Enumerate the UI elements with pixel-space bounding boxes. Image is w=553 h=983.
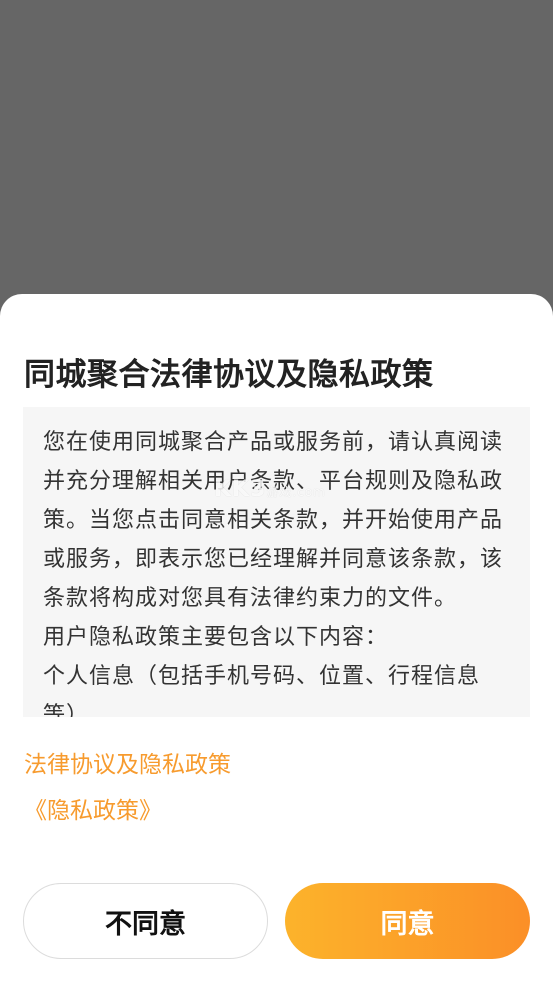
legal-agreement-link[interactable]: 法律协议及隐私政策 bbox=[24, 745, 231, 779]
privacy-dialog: 同城聚合法律协议及隐私政策 您在使用同城聚合产品或服务前，请认真阅读并充分理解相… bbox=[0, 294, 553, 983]
agreement-paragraph: 个人信息（包括手机号码、位置、行程信息等） bbox=[43, 664, 481, 717]
agreement-paragraph: 您在使用同城聚合产品或服务前，请认真阅读并充分理解相关用户条款、平台规则及隐私政… bbox=[43, 430, 504, 611]
disagree-button-label: 不同意 bbox=[105, 908, 186, 940]
agreement-text: 您在使用同城聚合产品或服务前，请认真阅读并充分理解相关用户条款、平台规则及隐私政… bbox=[23, 407, 530, 717]
privacy-policy-link[interactable]: 《隐私政策》 bbox=[24, 791, 162, 825]
dim-overlay[interactable] bbox=[0, 0, 553, 294]
agreement-scroll-area[interactable]: 您在使用同城聚合产品或服务前，请认真阅读并充分理解相关用户条款、平台规则及隐私政… bbox=[23, 407, 530, 717]
agree-button[interactable]: 同意 bbox=[285, 883, 530, 959]
screen: 同城聚合法律协议及隐私政策 您在使用同城聚合产品或服务前，请认真阅读并充分理解相… bbox=[0, 0, 553, 983]
agree-button-label: 同意 bbox=[380, 908, 435, 940]
disagree-button[interactable]: 不同意 bbox=[23, 883, 268, 959]
dialog-title: 同城聚合法律协议及隐私政策 bbox=[24, 357, 434, 393]
agreement-paragraph: 用户隐私政策主要包含以下内容： bbox=[43, 625, 389, 650]
